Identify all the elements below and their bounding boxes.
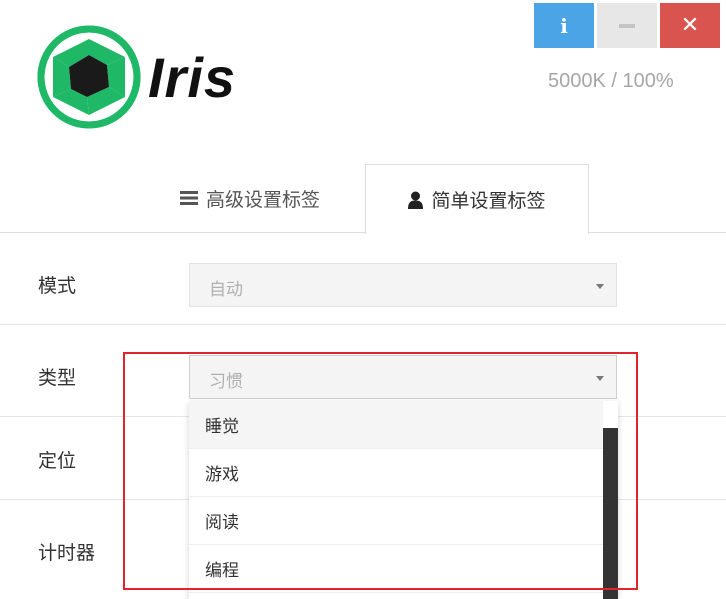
close-button[interactable]: ✕: [660, 3, 720, 48]
row-divider: [0, 324, 726, 325]
chevron-down-icon: [596, 284, 604, 289]
mode-label: 模式: [38, 275, 77, 297]
tab-simple-label: 简单设置标签: [431, 190, 546, 212]
mode-select[interactable]: 自动: [189, 263, 617, 307]
tab-advanced-settings[interactable]: 高级设置标签: [140, 164, 360, 232]
timer-label: 计时器: [38, 542, 96, 564]
user-icon: [408, 191, 424, 209]
info-icon: i: [560, 13, 568, 38]
tabs-divider: [0, 232, 726, 233]
iris-logo-icon: [37, 25, 141, 133]
close-icon: ✕: [680, 13, 700, 38]
info-button[interactable]: i: [534, 3, 594, 48]
minimize-icon: [619, 23, 635, 28]
menu-icon: [179, 190, 198, 206]
tab-simple-settings[interactable]: 简单设置标签: [365, 164, 589, 234]
tab-advanced-label: 高级设置标签: [205, 188, 320, 211]
highlight-box: [123, 352, 638, 590]
type-label: 类型: [38, 367, 77, 389]
mode-select-value: 自动: [209, 280, 243, 300]
brand-name: Iris: [148, 46, 237, 109]
location-label: 定位: [38, 450, 77, 472]
color-temp-brightness-status: 5000K / 100%: [548, 70, 674, 92]
minimize-button[interactable]: [597, 3, 657, 48]
